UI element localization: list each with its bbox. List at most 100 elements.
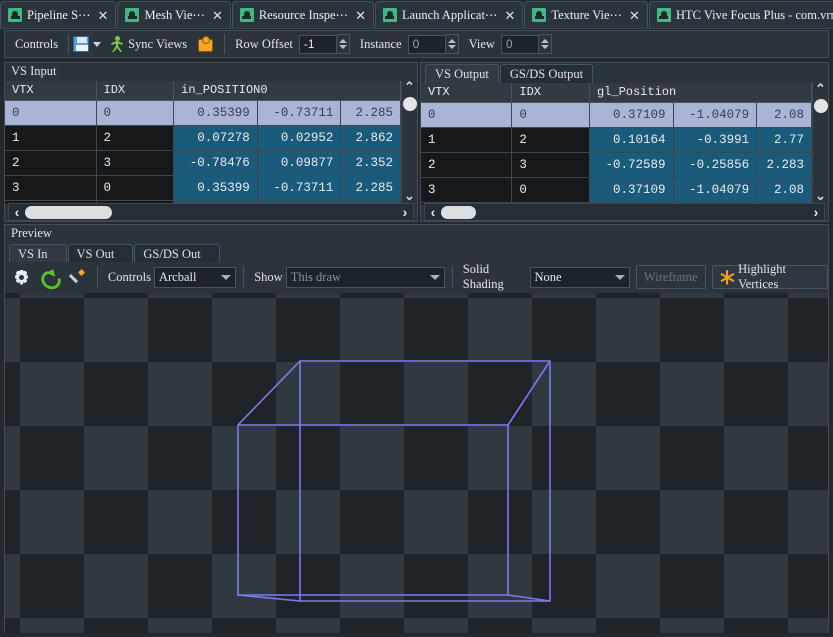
table-row[interactable]: 3 0 0.35399 -0.73711 2.285 xyxy=(5,175,401,201)
column-header-idx[interactable]: IDX xyxy=(96,81,175,101)
vs-output-table: VTX IDX gl_Position 0 0 0.37109 -1.04079… xyxy=(421,83,812,204)
chevron-down-icon xyxy=(221,274,232,280)
cell-pos-z: 2.352 xyxy=(340,150,401,176)
puzzle-icon[interactable] xyxy=(197,36,214,52)
tab-label: HTC Vive Focus Plus - com.vrm.unity.V⋯ xyxy=(675,8,833,22)
tab-capture-htc-vive[interactable]: HTC Vive Focus Plus - com.vrm.unity.V⋯ ✕ xyxy=(648,1,833,28)
table-header-row: VTX IDX in_POSITION0 xyxy=(5,81,401,101)
scrollbar-thumb[interactable] xyxy=(402,97,417,111)
column-header-gl-position[interactable]: gl_Position xyxy=(589,83,812,103)
renderdoc-icon xyxy=(382,8,397,22)
tab-pipeline-state[interactable]: Pipeline S⋯ ✕ xyxy=(0,1,117,28)
spin-down-icon[interactable] xyxy=(338,45,347,49)
scroll-right-icon[interactable]: › xyxy=(397,205,413,219)
instance-stepper[interactable]: 0 xyxy=(407,34,463,54)
gear-icon[interactable] xyxy=(13,269,28,286)
row-offset-spin-buttons[interactable] xyxy=(336,34,350,54)
scroll-right-icon[interactable]: › xyxy=(808,205,824,219)
scrollbar-thumb[interactable] xyxy=(25,205,112,219)
spin-up-icon[interactable] xyxy=(447,39,456,43)
tab-launch-application[interactable]: Launch Applicat⋯ ✕ xyxy=(374,1,524,28)
chevron-down-icon[interactable] xyxy=(93,41,102,47)
cell-idx: 3 xyxy=(96,150,175,176)
close-icon[interactable]: ✕ xyxy=(354,9,367,22)
highlight-vertices-button[interactable]: Highlight Vertices xyxy=(711,262,828,291)
row-offset-stepper[interactable]: -1 xyxy=(298,34,354,54)
scroll-up-icon[interactable]: ⌃ xyxy=(815,82,826,97)
vs-input-vertical-scrollbar[interactable]: ⌃ ⌄ xyxy=(401,80,417,204)
column-header-vtx[interactable]: VTX xyxy=(421,83,513,103)
scrollbar-thumb[interactable] xyxy=(441,205,476,219)
view-spin-buttons[interactable] xyxy=(538,34,552,54)
table-row[interactable]: 0 0 0.37109 -1.04079 2.08 xyxy=(421,102,812,128)
column-header-in-position0[interactable]: in_POSITION0 xyxy=(173,81,401,101)
scroll-down-icon[interactable]: ⌄ xyxy=(404,189,415,204)
solid-shading-select[interactable]: None xyxy=(529,266,630,288)
row-offset-input[interactable]: -1 xyxy=(298,34,337,54)
scrollbar-thumb[interactable] xyxy=(813,99,828,113)
mesh-render xyxy=(237,360,551,602)
scroll-up-icon[interactable]: ⌃ xyxy=(404,80,415,95)
wireframe-label: Wireframe xyxy=(643,269,698,284)
eyedropper-icon[interactable] xyxy=(70,269,84,285)
cell-idx: 0 xyxy=(511,177,590,203)
table-row[interactable]: 3 0 0.37109 -1.04079 2.08 xyxy=(421,177,812,203)
tab-resource-inspector[interactable]: Resource Inspe⋯ ✕ xyxy=(231,1,374,28)
close-icon[interactable]: ✕ xyxy=(97,9,110,22)
view-stepper[interactable]: 0 xyxy=(500,34,556,54)
cell-pos-y: -0.25856 xyxy=(673,152,758,178)
table-row[interactable]: 2 3 -0.78476 0.09877 2.352 xyxy=(5,150,401,176)
vs-output-vertical-scrollbar[interactable]: ⌃ ⌄ xyxy=(812,82,828,204)
table-row[interactable]: 0 0 0.35399 -0.73711 2.285 xyxy=(5,100,401,126)
instance-label: Instance xyxy=(359,36,402,51)
spin-up-icon[interactable] xyxy=(540,39,549,43)
cell-pos-y: -1.04079 xyxy=(673,177,758,203)
close-icon[interactable]: ✕ xyxy=(628,9,641,22)
spin-down-icon[interactable] xyxy=(540,45,549,49)
cell-vtx: 1 xyxy=(5,125,97,151)
spin-up-icon[interactable] xyxy=(338,39,347,43)
show-label: Show xyxy=(254,269,283,284)
spin-down-icon[interactable] xyxy=(447,45,456,49)
instance-spin-buttons[interactable] xyxy=(445,34,459,54)
show-select[interactable]: This draw xyxy=(285,266,445,288)
table-row[interactable]: 2 3 -0.72589 -0.25856 2.283 xyxy=(421,152,812,178)
vs-output-horizontal-scrollbar[interactable]: ‹ › xyxy=(424,203,825,221)
view-input[interactable]: 0 xyxy=(500,34,539,54)
scroll-left-icon[interactable]: ‹ xyxy=(9,205,25,219)
table-row[interactable]: 1 2 0.10164 -0.3991 2.77 xyxy=(421,127,812,153)
cell-pos-x: -0.78476 xyxy=(173,150,258,176)
scroll-left-icon[interactable]: ‹ xyxy=(425,205,441,219)
chevron-down-icon xyxy=(614,274,625,280)
tab-gs-ds-out[interactable]: GS/DS Out xyxy=(134,244,220,263)
controls-label: Controls xyxy=(15,36,59,51)
mesh-3d-viewport[interactable] xyxy=(5,293,828,633)
close-icon[interactable]: ✕ xyxy=(211,9,224,22)
table-row[interactable]: 1 2 0.07278 0.02952 2.862 xyxy=(5,125,401,151)
camera-controls-value: Arcball xyxy=(158,269,197,284)
tab-vs-in[interactable]: VS In xyxy=(9,244,67,263)
tab-vs-out[interactable]: VS Out xyxy=(67,244,134,263)
close-icon[interactable]: ✕ xyxy=(503,9,516,22)
column-header-vtx[interactable]: VTX xyxy=(5,81,97,101)
solid-shading-label: Solid Shading xyxy=(462,262,504,291)
scrollbar-track[interactable] xyxy=(813,113,828,190)
sync-views-button[interactable]: Sync Views xyxy=(107,33,190,55)
camera-controls-select[interactable]: Arcball xyxy=(153,266,237,288)
save-icon[interactable] xyxy=(73,36,90,52)
cell-idx: 3 xyxy=(511,152,590,178)
cell-vtx: 3 xyxy=(5,175,97,201)
tab-mesh-viewer[interactable]: Mesh Vie⋯ ✕ xyxy=(117,1,231,28)
instance-input[interactable]: 0 xyxy=(407,34,446,54)
reset-arrow-icon[interactable] xyxy=(40,269,57,286)
tab-vs-output[interactable]: VS Output xyxy=(425,64,499,83)
renderdoc-icon xyxy=(125,8,140,22)
cell-pos-z: 2.285 xyxy=(340,100,401,126)
tab-texture-viewer[interactable]: Texture Vie⋯ ✕ xyxy=(524,1,648,28)
scroll-down-icon[interactable]: ⌄ xyxy=(815,189,826,204)
cell-vtx: 3 xyxy=(421,177,513,203)
vs-input-horizontal-scrollbar[interactable]: ‹ › xyxy=(8,203,414,221)
tab-gs-ds-output[interactable]: GS/DS Output xyxy=(499,64,594,83)
scrollbar-track[interactable] xyxy=(402,111,417,190)
column-header-idx[interactable]: IDX xyxy=(511,83,590,103)
